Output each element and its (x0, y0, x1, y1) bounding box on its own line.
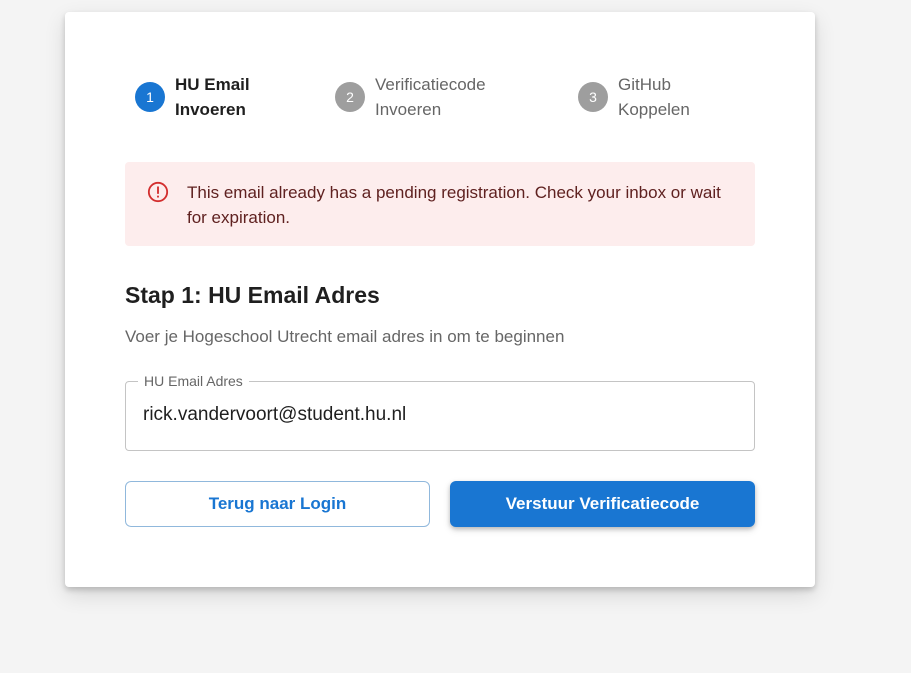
email-field-label: HU Email Adres (138, 372, 249, 390)
step-1-label-line1: HU Email (175, 75, 250, 94)
step-1: 1 HU Email Invoeren (135, 72, 250, 122)
step-2-label-line1: Verificatiecode (375, 75, 486, 94)
step-3-number: 3 (578, 82, 608, 112)
step-1-number: 1 (135, 82, 165, 112)
step-3-label-line1: GitHub (618, 75, 671, 94)
section-subtitle: Voer je Hogeschool Utrecht email adres i… (125, 327, 565, 346)
send-verification-code-button[interactable]: Verstuur Verificatiecode (450, 481, 755, 527)
step-3-label-line2: Koppelen (618, 100, 690, 119)
step-1-label-line2: Invoeren (175, 100, 246, 119)
step-2-label-line2: Invoeren (375, 100, 442, 119)
error-alert: This email already has a pending registr… (125, 162, 755, 246)
back-to-login-button[interactable]: Terug naar Login (125, 481, 430, 527)
step-1-label: HU Email Invoeren (175, 72, 250, 122)
step-3: 3 GitHub Koppelen (578, 72, 690, 122)
stepper: 1 HU Email Invoeren 2 Verificatiecode In… (135, 72, 755, 122)
registration-card: 1 HU Email Invoeren 2 Verificatiecode In… (65, 12, 815, 587)
step-3-label: GitHub Koppelen (618, 72, 690, 122)
step-2-label: Verificatiecode Invoeren (375, 72, 486, 122)
step-2: 2 Verificatiecode Invoeren (335, 72, 486, 122)
error-outline-icon (147, 181, 169, 203)
alert-message: This email already has a pending registr… (187, 183, 721, 227)
email-input[interactable] (143, 404, 733, 426)
email-field[interactable]: HU Email Adres (125, 372, 755, 451)
step-2-number: 2 (335, 82, 365, 112)
section-title: Stap 1: HU Email Adres (125, 282, 380, 308)
